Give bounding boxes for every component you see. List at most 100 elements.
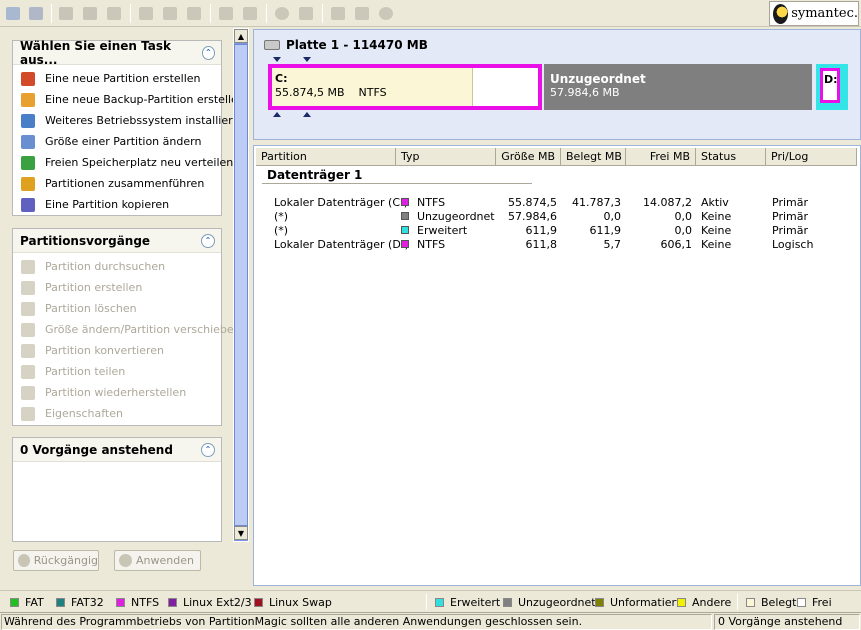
merge-icon[interactable] [240,4,260,23]
cell-partition: Lokaler Datenträger (D:) [274,238,409,251]
wizard-icon[interactable] [56,4,76,23]
column-header-partition[interactable]: Partition [256,148,396,166]
cell-typ: Erweitert [401,224,501,237]
cell-text: 55.874,5 [508,196,557,209]
legend-item: FAT [10,596,44,609]
task-item[interactable]: Weiteres Betriebssystem installieren [13,110,246,131]
unallocated-block[interactable]: Unzugeordnet 57.984,6 MB [544,64,812,110]
cell-text: Primär [772,196,808,209]
undo-button[interactable]: Rückgängig [13,550,99,571]
legend-label: Belegt [761,596,797,609]
undo-button-label: Rückgängig [33,554,98,567]
redo-icon[interactable] [352,4,372,23]
task-item[interactable]: Partitionen zusammenführen [13,173,221,194]
cell-text: Lokaler Datenträger (D:) [274,238,409,251]
operation-item[interactable]: Partition durchsuchen [13,256,221,277]
column-header-size[interactable]: Größe MB [496,148,561,166]
legend-label: Frei [812,596,832,609]
operation-item[interactable]: Partition konvertieren [13,340,221,361]
operation-item[interactable]: Partition löschen [13,298,221,319]
back-icon[interactable] [328,4,348,23]
legend-label: Linux Ext2/3 [183,596,252,609]
task-item[interactable]: Größe einer Partition ändern [13,131,221,152]
divider [737,594,738,610]
legend-item: Frei [797,596,832,609]
format-icon[interactable] [160,4,180,23]
cell-free: 0,0 [624,210,693,223]
cell-used: 41.787,3 [559,196,621,209]
legend-item: Unformatiert [595,596,680,609]
operation-item[interactable]: Partition teilen [13,361,221,382]
operation-item[interactable]: Eigenschaften [13,403,221,424]
task-item[interactable]: Eine neue Partition erstellen [13,68,221,89]
cell-text: Keine [701,238,732,251]
task-item[interactable]: Freien Speicherplatz neu verteilen [13,152,233,173]
copy-icon[interactable] [136,4,156,23]
legend-item: FAT32 [56,596,104,609]
apply-button[interactable]: Anwenden [114,550,201,571]
left-scrollbar[interactable]: ▲ ▼ [233,28,249,542]
table-row[interactable]: Lokaler Datenträger (D:) NTFS 611,8 5,7 606,… [254,238,854,252]
legend-label: Erweitert [450,596,501,609]
redistribute-icon [21,155,35,170]
table-row[interactable]: Lokaler Datenträger (C:) NTFS 55.874,5 41.7… [254,196,854,210]
partition-c-letter: C: [275,72,288,85]
unallocated-label: Unzugeordnet [550,72,646,86]
cell-partition: (*) [274,210,404,223]
move-partition-icon[interactable] [3,4,23,23]
operation-item[interactable]: Partition erstellen [13,277,221,298]
pending-panel: 0 Vorgänge anstehend ⌃ [12,437,222,542]
convert-icon[interactable] [184,4,204,23]
task-item[interactable]: Eine Partition kopieren [13,194,221,215]
delete-icon[interactable] [80,4,100,23]
unallocated-size: 57.984,6 MB [550,86,620,99]
browse-icon[interactable] [296,4,316,23]
resize-icon[interactable] [26,4,46,23]
table-row[interactable]: (*) Erweitert 611,9 611,9 0,0 Keine Primär [254,224,854,238]
cell-prilog: Primär [772,210,852,223]
pending-panel-header[interactable]: 0 Vorgänge anstehend ⌃ [13,438,221,462]
symantec-logo-icon [773,3,789,24]
cell-text: 611,9 [525,224,558,237]
cell-used: 0,0 [559,210,622,223]
scroll-down-arrow-icon[interactable]: ▼ [234,526,248,540]
install-os-icon [21,113,35,128]
cell-text: Unzugeordnet [417,210,495,223]
cell-text: 5,7 [603,238,622,251]
column-header-status[interactable]: Status [696,148,766,166]
collapse-icon[interactable]: ⌃ [201,233,215,248]
apply-icon[interactable] [376,4,396,23]
operation-item[interactable]: Größe ändern/Partition verschieben [13,319,241,340]
partition-d-block[interactable]: D: [816,64,848,110]
column-header-free[interactable]: Frei MB [626,148,696,166]
split-icon[interactable] [216,4,236,23]
scroll-thumb[interactable] [234,44,248,526]
cell-partition: (*) [274,224,404,237]
legend-label: Andere [692,596,732,609]
scroll-up-arrow-icon[interactable]: ▲ [234,29,248,43]
column-header-prilog[interactable]: Pri/Log [766,148,857,166]
legend-label: Unzugeordnet [518,596,596,609]
legend-label: Unformatiert [610,596,681,609]
legend-swatch [168,598,177,607]
collapse-icon[interactable]: ⌃ [201,45,215,60]
disk-title: Platte 1 - 114470 MB [264,38,428,52]
task-panel-title: Wählen Sie einen Task aus... [20,38,172,67]
undo-icon[interactable] [104,4,124,23]
partition-d-letter: D: [824,73,838,86]
table-row[interactable]: (*) Unzugeordnet 57.984,6 0,0 0,0 Keine Primär [254,210,854,224]
task-panel-header[interactable]: Wählen Sie einen Task aus... ⌃ [13,38,221,67]
collapse-icon[interactable]: ⌃ [201,442,215,457]
operation-item[interactable]: Partition wiederherstellen [13,382,221,403]
info-icon[interactable] [272,4,292,23]
operations-panel-header[interactable]: Partitionsvorgänge ⌃ [13,229,221,253]
partition-c-block[interactable]: C: 55.874,5 MB NTFS [268,64,542,110]
boundary-marker-icon [303,112,311,117]
legend-item: Erweitert [435,596,500,609]
legend-swatch [503,598,512,607]
pending-panel-title: 0 Vorgänge anstehend [20,442,173,457]
column-header-type[interactable]: Typ [396,148,496,166]
column-header-used[interactable]: Belegt MB [561,148,626,166]
cell-text: 0,0 [603,210,622,223]
task-item[interactable]: Eine neue Backup-Partition erstellen [13,89,245,110]
